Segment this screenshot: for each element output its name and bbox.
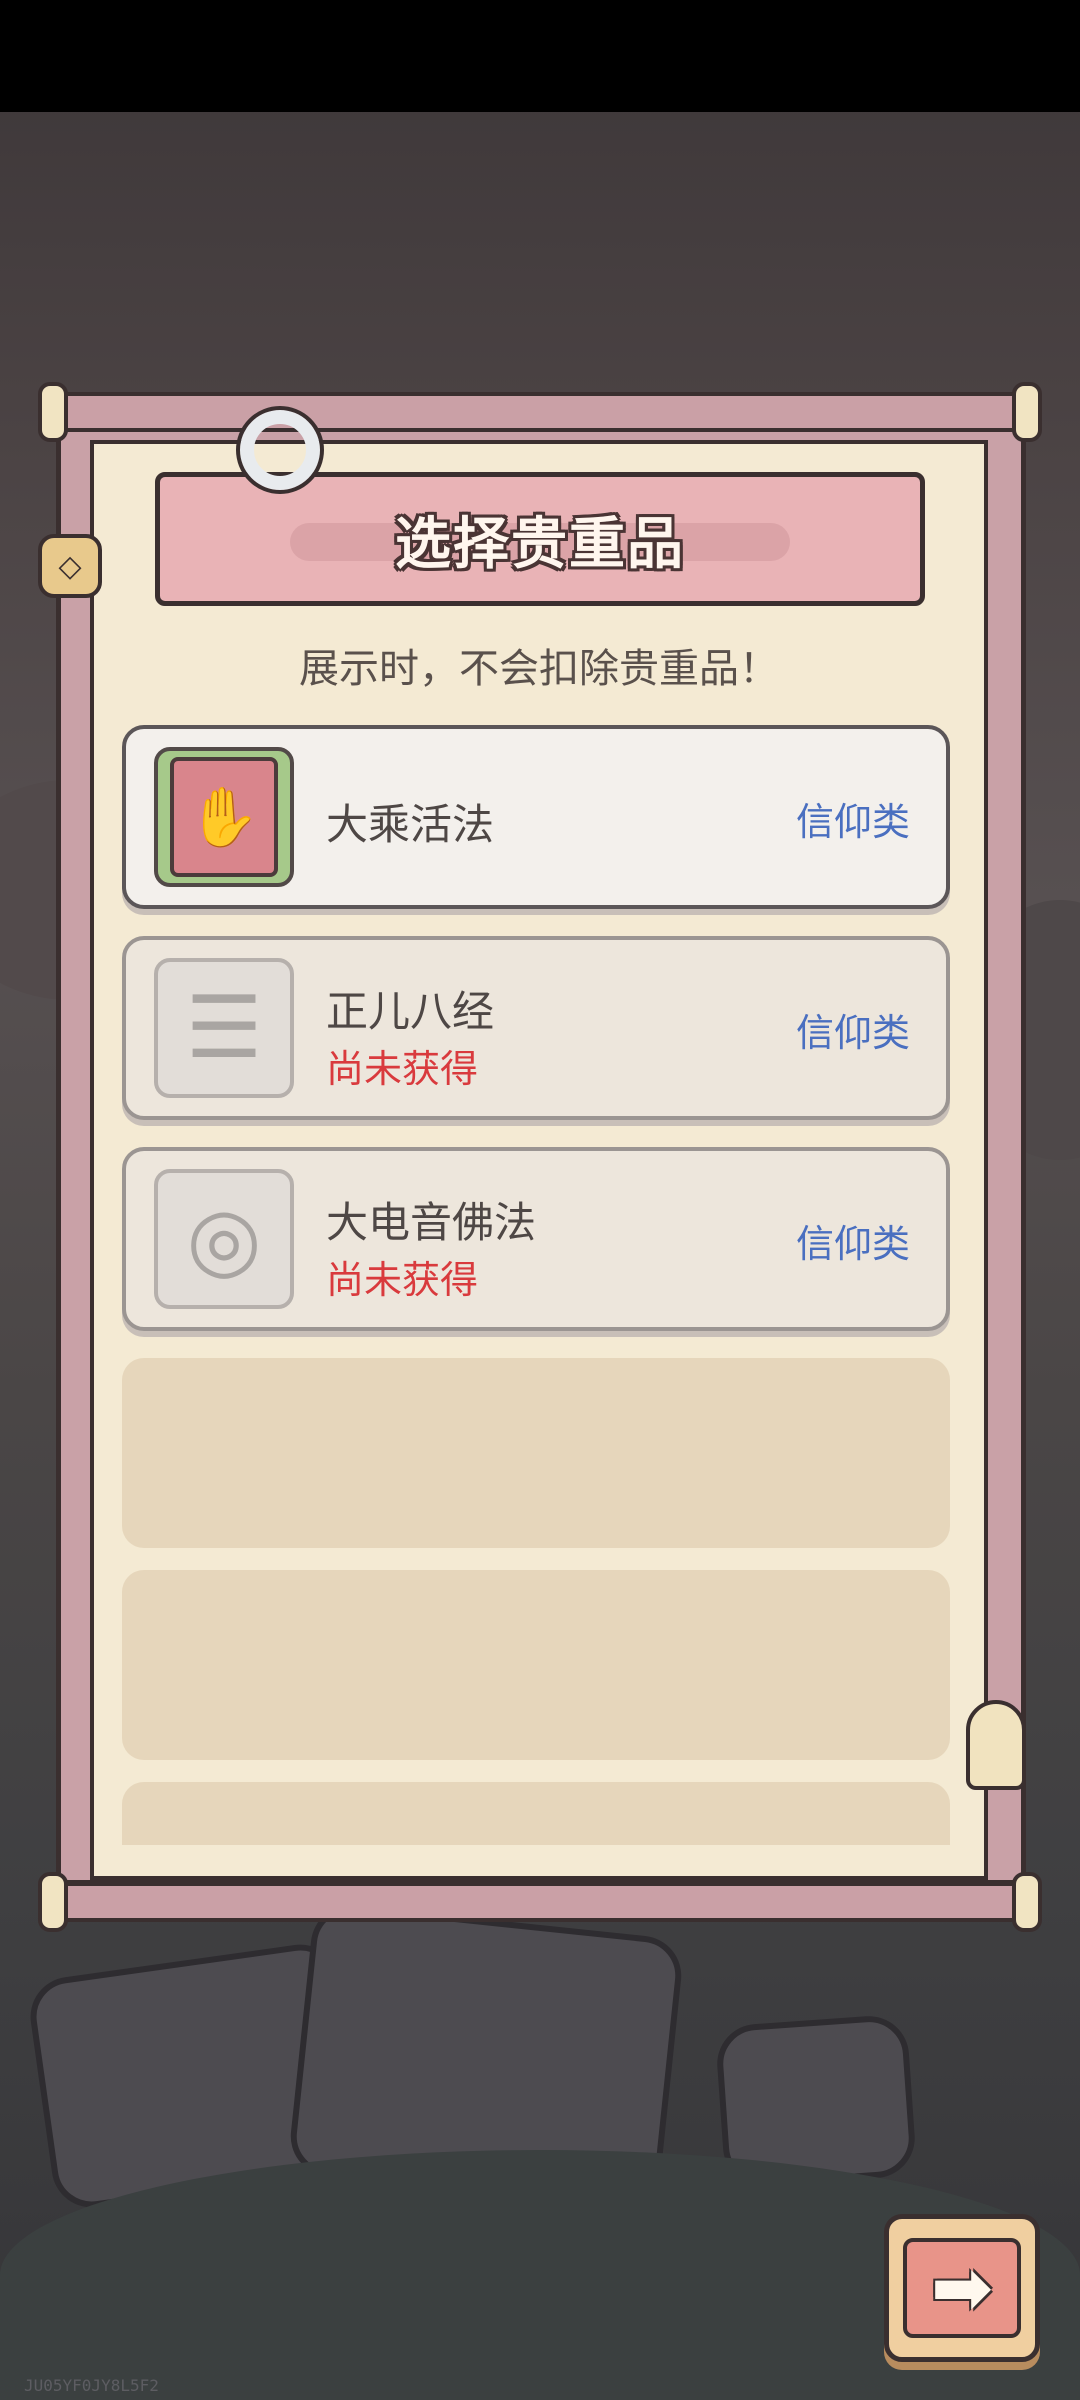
item-icon-frame: ☰ [154,958,294,1098]
watermark: JU05YF0JY8L5F2 [24,2376,159,2395]
game-screen: 选择贵重品 ◇ 展示时，不会扣除贵重品！ ✋ 大乘活法 信仰类 ☰ 正儿八经 尚… [0,0,1080,2400]
hand-book-icon: ✋ [170,757,278,877]
status-bar [0,0,1080,112]
empty-slot [122,1570,950,1760]
dialog-subtitle: 展示时，不会扣除贵重品！ [299,646,779,692]
item-category: 信仰类 [795,800,910,844]
item-status: 尚未获得 [326,1047,479,1091]
scroll-bottom-rod [38,1872,1042,1932]
tassel-icon [966,1700,1026,1790]
item-icon-frame: ✋ [154,747,294,887]
valuable-item[interactable]: ✋ 大乘活法 信仰类 [122,725,950,909]
item-name: 大电音佛法 [326,1198,537,1247]
valuable-item[interactable]: ◎ 大电音佛法 尚未获得 信仰类 [122,1147,950,1331]
rod-cap [1012,382,1042,442]
coin-disc-icon: ◎ [186,1189,262,1289]
empty-slot [122,1782,950,1845]
title-plaque: 选择贵重品 [155,472,925,606]
next-button[interactable]: ➡ [884,2214,1040,2362]
scroll-stack-icon: ☰ [185,978,263,1078]
jade-ring-icon [236,406,324,494]
item-icon-frame: ◎ [154,1169,294,1309]
rod-cap [1012,1872,1042,1932]
empty-slot [122,1358,950,1548]
item-category: 信仰类 [795,1011,910,1055]
arrow-right-icon: ➡ [930,2245,993,2331]
valuable-item[interactable]: ☰ 正儿八经 尚未获得 信仰类 [122,936,950,1120]
valuables-list[interactable]: ✋ 大乘活法 信仰类 ☰ 正儿八经 尚未获得 信仰类 ◎ 大电音佛法 尚未获得 … [122,725,952,1845]
next-button-inner: ➡ [903,2238,1021,2338]
coin-ornament-icon: ◇ [38,534,102,598]
rod-cap [38,382,68,442]
rod-cap [38,1872,68,1932]
scroll-top-rod [38,382,1042,442]
dialog-title: 选择贵重品 [395,511,685,577]
item-name: 大乘活法 [326,800,495,849]
item-name: 正儿八经 [326,987,495,1036]
item-category: 信仰类 [795,1222,910,1266]
item-status: 尚未获得 [326,1258,479,1302]
